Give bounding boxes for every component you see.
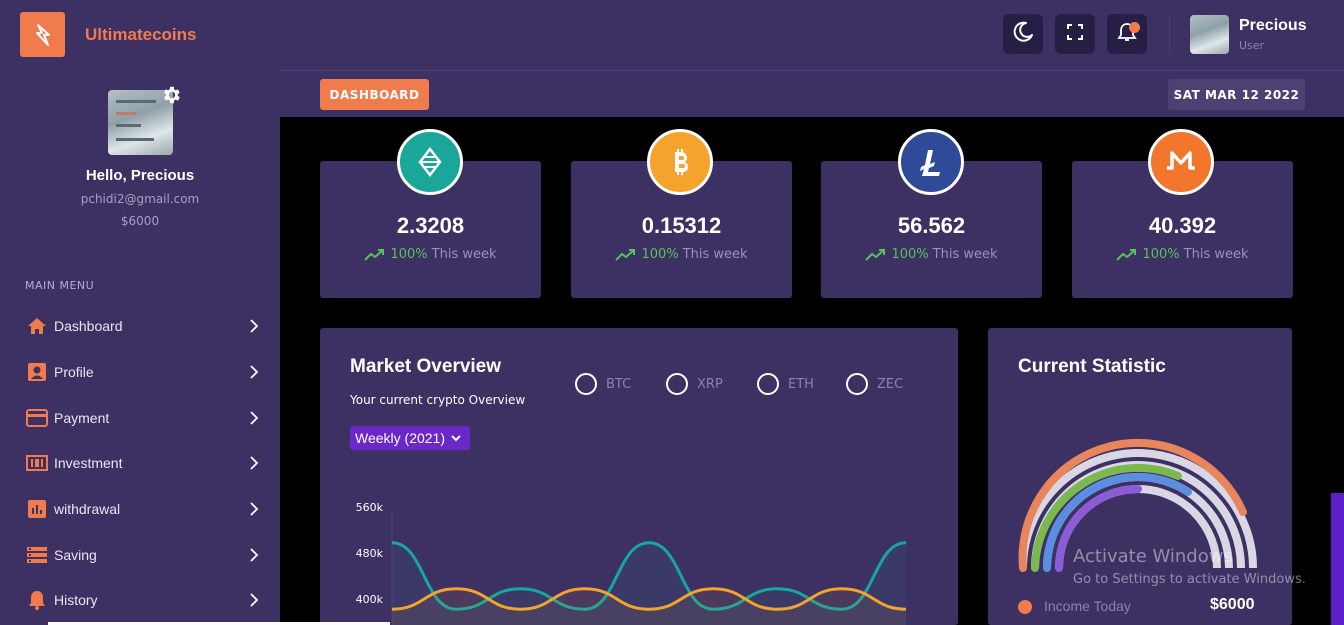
sidebar-item-label: Payment bbox=[54, 410, 110, 426]
chevron-right-icon bbox=[250, 502, 259, 516]
litecoin-icon bbox=[898, 129, 964, 195]
coin-value: 40.392 bbox=[1148, 213, 1217, 238]
change-percent: 100% bbox=[641, 247, 679, 262]
sidebar-item-label: withdrawal bbox=[54, 501, 121, 517]
brand[interactable]: Ultimatecoins bbox=[20, 12, 196, 57]
monero-icon bbox=[1148, 129, 1214, 195]
trend-up-icon bbox=[615, 248, 636, 261]
change-percent: 100% bbox=[891, 247, 929, 262]
bell-icon bbox=[26, 589, 48, 611]
change-percent: 100% bbox=[1142, 247, 1180, 262]
bitcoin-icon bbox=[647, 129, 713, 195]
date-badge: SAT MAR 12 2022 bbox=[1168, 79, 1305, 110]
sidebar: Ultimatecoins Hello, Precious pchidi2@gm… bbox=[0, 0, 280, 625]
coin-change: 100% This week bbox=[571, 247, 792, 262]
user-balance: $6000 bbox=[120, 214, 160, 228]
chevron-right-icon bbox=[250, 593, 259, 607]
sidebar-item-investment[interactable]: Investment bbox=[0, 446, 280, 480]
investment-icon bbox=[26, 452, 48, 474]
sidebar-item-history[interactable]: History bbox=[0, 583, 280, 617]
sidebar-item-payment[interactable]: Payment bbox=[0, 401, 280, 435]
sidebar-item-label: Investment bbox=[54, 455, 123, 471]
sidebar-item-label: Dashboard bbox=[54, 318, 123, 334]
sidebar-item-label: Saving bbox=[54, 547, 97, 563]
change-period: This week bbox=[1183, 247, 1249, 262]
change-period: This week bbox=[682, 247, 748, 262]
user-name[interactable]: Precious bbox=[1239, 17, 1307, 35]
brand-name: Ultimatecoins bbox=[85, 24, 197, 44]
chevron-right-icon bbox=[250, 548, 259, 562]
stellar-icon bbox=[397, 129, 463, 195]
gear-icon[interactable] bbox=[160, 84, 182, 106]
coin-value: 56.562 bbox=[897, 213, 966, 238]
change-period: This week bbox=[932, 247, 998, 262]
change-period: This week bbox=[431, 247, 497, 262]
bar-chart-icon bbox=[26, 498, 48, 520]
sidebar-item-profile[interactable]: Profile bbox=[0, 355, 280, 389]
trend-up-icon bbox=[1116, 248, 1137, 261]
profile-icon bbox=[26, 361, 48, 383]
user-avatar[interactable] bbox=[1190, 15, 1229, 54]
divider bbox=[1169, 14, 1170, 54]
coin-value: 0.15312 bbox=[641, 213, 722, 238]
saving-icon bbox=[26, 544, 48, 566]
sidebar-item-label: History bbox=[54, 592, 98, 608]
coin-change: 100% This week bbox=[320, 247, 541, 262]
moon-icon bbox=[1011, 20, 1035, 48]
chevron-right-icon bbox=[250, 319, 259, 333]
notifications-button[interactable] bbox=[1107, 14, 1147, 54]
theme-toggle-button[interactable] bbox=[1003, 14, 1043, 54]
chevron-right-icon bbox=[250, 456, 259, 470]
sidebar-item-withdrawal[interactable]: withdrawal bbox=[0, 492, 280, 526]
activate-windows-subtitle: Go to Settings to activate Windows. bbox=[1073, 572, 1306, 587]
user-role: User bbox=[1239, 39, 1265, 52]
market-chart bbox=[391, 511, 907, 625]
sidebar-item-label: Profile bbox=[54, 364, 94, 380]
chevron-right-icon bbox=[250, 411, 259, 425]
trend-up-icon bbox=[865, 248, 886, 261]
trend-up-icon bbox=[364, 248, 385, 261]
legend-label: Income Today bbox=[1044, 598, 1131, 614]
activate-windows-title: Activate Windows bbox=[1073, 546, 1233, 567]
legend-value: $6000 bbox=[1210, 596, 1255, 613]
coin-change: 100% This week bbox=[1072, 247, 1293, 262]
coin-change: 100% This week bbox=[821, 247, 1042, 262]
top-bar bbox=[280, 0, 1344, 70]
coin-value: 2.3208 bbox=[396, 213, 465, 238]
home-icon bbox=[26, 315, 48, 337]
user-email: pchidi2@gmail.com bbox=[80, 192, 200, 206]
market-overview-panel: Market Overview Your current crypto Over… bbox=[320, 328, 958, 625]
credit-card-icon bbox=[26, 407, 48, 429]
notification-badge bbox=[1129, 22, 1140, 33]
fullscreen-button[interactable] bbox=[1055, 14, 1095, 54]
change-percent: 100% bbox=[390, 247, 428, 262]
sidebar-item-saving[interactable]: Saving bbox=[0, 538, 280, 572]
menu-title: MAIN MENU bbox=[25, 279, 95, 292]
chevron-right-icon bbox=[250, 365, 259, 379]
dashboard-button[interactable]: DASHBOARD bbox=[320, 79, 429, 110]
scrollbar-thumb[interactable] bbox=[1331, 493, 1344, 625]
greeting: Hello, Precious bbox=[85, 167, 195, 184]
fullscreen-icon bbox=[1065, 22, 1085, 46]
legend-dot bbox=[1018, 600, 1032, 614]
logo-icon bbox=[20, 12, 65, 57]
sidebar-item-dashboard[interactable]: Dashboard bbox=[0, 309, 280, 343]
